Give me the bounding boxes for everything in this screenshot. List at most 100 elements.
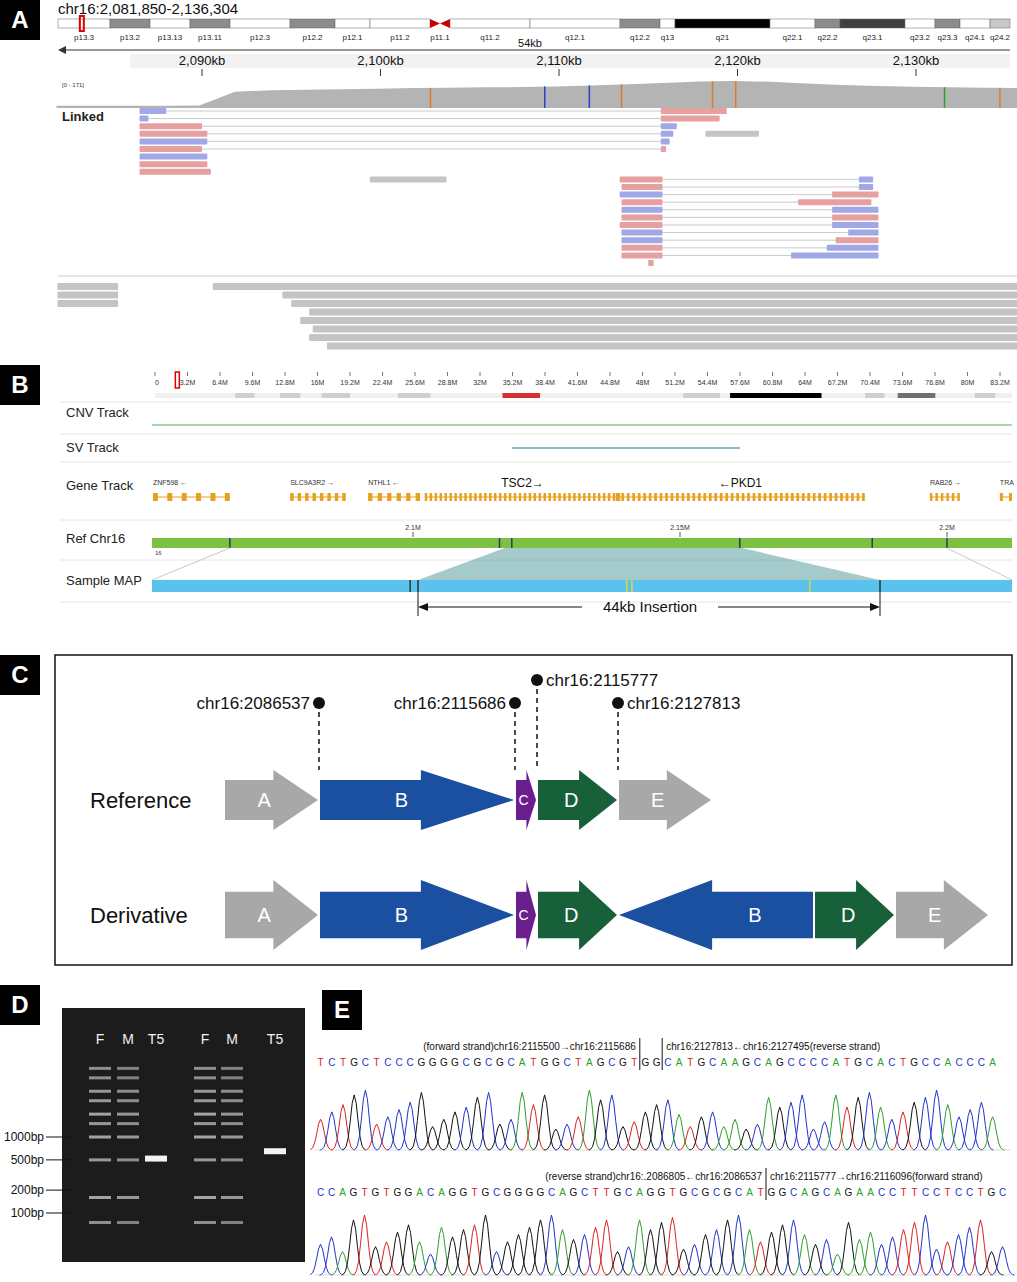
svg-text:A: A [339, 1187, 346, 1198]
svg-text:T: T [603, 1187, 609, 1198]
svg-text:G: G [680, 1187, 688, 1198]
segment-arrow: E [619, 770, 711, 830]
svg-text:C: C [407, 1057, 414, 1068]
derivative-row: DerivativeABCDBDE [90, 880, 988, 950]
svg-text:C: C [328, 1187, 335, 1198]
track-label: Linked [62, 109, 104, 124]
svg-text:51.2M: 51.2M [665, 379, 685, 386]
svg-text:(reverse strand)chr16:.2086805: (reverse strand)chr16:.2086805←chr16:208… [545, 1171, 762, 1182]
svg-text:A: A [586, 1057, 593, 1068]
read [57, 292, 118, 299]
gel-lane: T5 [264, 1031, 286, 1154]
svg-text:G: G [429, 1057, 437, 1068]
svg-text:A: A [867, 1187, 874, 1198]
read [140, 154, 208, 160]
svg-text:D: D [841, 904, 855, 926]
svg-text:A: A [416, 1187, 423, 1198]
svg-text:C: C [563, 1057, 570, 1068]
trace: (forward strand)chr16:2115500→chr16:2115… [310, 1038, 1010, 1150]
svg-text:44.8M: 44.8M [600, 379, 620, 386]
svg-text:C: C [463, 1057, 470, 1068]
svg-text:32M: 32M [473, 379, 487, 386]
cytoband-label: p11.1 [430, 33, 450, 42]
svg-text:G: G [768, 1187, 776, 1198]
gene: ←PKD1 [616, 476, 865, 501]
read [661, 123, 677, 129]
svg-text:C: C [821, 1057, 828, 1068]
gene: NTHL1 ← [368, 479, 420, 501]
read [621, 230, 662, 236]
svg-text:67.2M: 67.2M [828, 379, 848, 386]
svg-text:G: G [619, 1057, 627, 1068]
breakpoint: chr16:2115777 [531, 671, 658, 770]
svg-text:A: A [989, 1057, 996, 1068]
read [859, 176, 873, 182]
svg-text:G: G [776, 1057, 784, 1068]
cytoband-label: q24.1 [965, 33, 986, 42]
segment-arrow: A [225, 770, 318, 830]
svg-text:G: G [372, 1187, 380, 1198]
svg-text:G: G [449, 1187, 457, 1198]
chromosome-ruler: 03.2M6.4M9.6M12.8M16M19.2M22.4M25.6M28.8… [155, 372, 1012, 398]
gel-lane: M [117, 1031, 139, 1224]
svg-text:80M: 80M [961, 379, 975, 386]
cytoband-label: q22.1 [782, 33, 803, 42]
svg-text:22.4M: 22.4M [373, 379, 393, 386]
panel-label: E [322, 990, 362, 1030]
svg-text:M: M [122, 1031, 134, 1047]
svg-text:M: M [226, 1031, 238, 1047]
panel-label: C [0, 655, 40, 695]
breakpoint: chr16:2086537 [197, 694, 325, 770]
read [140, 131, 208, 137]
svg-text:T: T [977, 1187, 983, 1198]
svg-text:A: A [877, 1057, 884, 1068]
read [832, 214, 878, 220]
svg-text:T: T [318, 1057, 324, 1068]
rearrangement-diagram: chr16:2086537 chr16:2115686 chr16:2115777c… [0, 650, 1017, 972]
read [140, 138, 208, 144]
svg-text:T5: T5 [148, 1031, 165, 1047]
svg-text:A: A [720, 1057, 727, 1068]
read [621, 237, 662, 243]
svg-text:G: G [845, 1187, 853, 1198]
read [140, 108, 167, 114]
cytoband-label: p12.2 [302, 33, 323, 42]
read [620, 222, 663, 228]
cytoband-label: p13.11 [198, 33, 222, 42]
svg-text:B: B [748, 904, 761, 926]
svg-text:6.4M: 6.4M [212, 379, 228, 386]
svg-text:G: G [854, 1057, 862, 1068]
svg-text:B: B [395, 904, 408, 926]
sanger-traces: (forward strand)chr16:2115500→chr16:2115… [310, 972, 1017, 1282]
svg-text:200bp: 200bp [11, 1183, 45, 1197]
read [832, 192, 878, 198]
tick-label: 2,130kb [893, 53, 939, 68]
svg-text:C: C [933, 1057, 940, 1068]
svg-text:C: C [999, 1187, 1006, 1198]
svg-text:C: C [978, 1057, 985, 1068]
svg-text:chr16:2115686: chr16:2115686 [394, 694, 506, 713]
svg-text:G: G [642, 1057, 650, 1068]
svg-text:38.4M: 38.4M [535, 379, 555, 386]
svg-text:Derivative: Derivative [90, 903, 188, 928]
cytoband-label: q21 [716, 33, 730, 42]
read [661, 116, 720, 122]
svg-text:G: G [742, 1057, 750, 1068]
svg-text:G: G [496, 1057, 504, 1068]
track-label: Ref Chr16 [66, 531, 125, 546]
svg-text:C: C [823, 1187, 830, 1198]
read [620, 176, 663, 182]
svg-text:A: A [801, 1187, 808, 1198]
svg-text:C: C [427, 1187, 434, 1198]
panel-a: chr16:2,081,850-2,136,304p13.3p13.2p13.1… [0, 0, 1017, 358]
sample-map [152, 580, 1012, 592]
cytoband-label: q12.2 [630, 33, 651, 42]
segment-arrow: B [619, 880, 813, 950]
read [705, 131, 759, 137]
gel-image: FMT5FMT51000bp500bp200bp100bp [0, 972, 310, 1282]
svg-text:G: G [779, 1187, 787, 1198]
svg-text:T: T [757, 1187, 763, 1198]
breakpoint: chr16:2127813 [612, 694, 740, 770]
svg-text:D: D [564, 904, 578, 926]
tick-label: 2,120kb [714, 53, 760, 68]
